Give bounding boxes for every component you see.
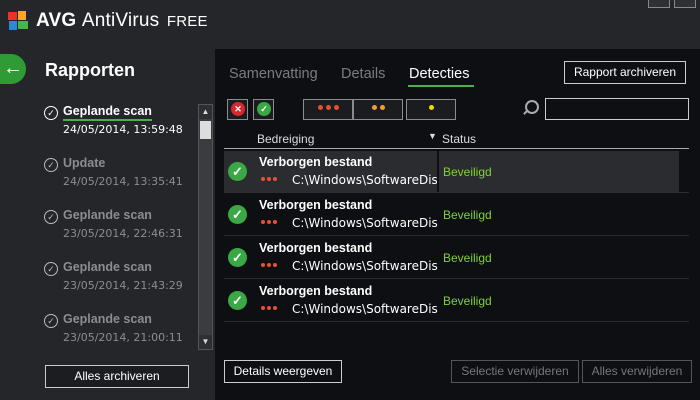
tab-summary[interactable]: Samenvatting [229, 66, 318, 82]
window-minimize-button[interactable] [648, 0, 670, 8]
check-circle-outline-icon: ✓ [44, 210, 58, 224]
sort-desc-icon[interactable]: ▼ [428, 131, 437, 141]
scrollbar-thumb[interactable] [200, 121, 211, 139]
delete-all-button[interactable]: Alles verwijderen [582, 360, 692, 383]
status-text: Beveiligd [443, 208, 492, 222]
filter-high-severity-button[interactable] [303, 99, 353, 120]
report-list: ✓ Geplande scan 24/05/2014, 13:59:48 ✓ U… [44, 104, 196, 344]
check-icon: ✓ [257, 102, 271, 116]
table-row[interactable]: ✓ Verborgen bestand C:\Windows\SoftwareD… [224, 237, 689, 279]
check-circle-outline-icon: ✓ [44, 106, 58, 120]
archive-all-button[interactable]: Alles archiveren [45, 365, 189, 388]
column-header-threat[interactable]: Bedreiging [257, 132, 314, 146]
filter-medium-severity-button[interactable] [353, 99, 403, 120]
severity-low-icon [407, 105, 455, 110]
chevron-up-icon[interactable]: ▲ [199, 105, 212, 119]
window-close-button[interactable] [674, 0, 696, 8]
table-row[interactable]: ✓ Verborgen bestand C:\Windows\SoftwareD… [224, 151, 689, 193]
column-header-status[interactable]: Status [442, 132, 476, 146]
severity-high-icon [261, 220, 279, 224]
table-row[interactable]: ✓ Verborgen bestand C:\Windows\SoftwareD… [224, 194, 689, 236]
severity-high-icon [261, 306, 279, 310]
check-circle-outline-icon: ✓ [44, 262, 58, 276]
severity-high-icon [261, 177, 279, 181]
severity-high-icon [304, 105, 352, 110]
status-text: Beveiligd [443, 294, 492, 308]
check-circle-icon: ✓ [228, 162, 247, 181]
chevron-down-icon[interactable]: ▼ [199, 335, 212, 349]
check-circle-outline-icon: ✓ [44, 158, 58, 172]
header-divider [224, 148, 689, 149]
filter-low-severity-button[interactable] [406, 99, 456, 120]
show-details-button[interactable]: Details weergeven [224, 360, 342, 383]
close-icon: ✕ [231, 102, 245, 116]
filter-resolved-button[interactable]: ✓ [253, 99, 274, 120]
table-row[interactable]: ✓ Verborgen bestand C:\Windows\SoftwareD… [224, 280, 689, 322]
status-text: Beveiligd [443, 251, 492, 265]
report-list-scrollbar[interactable]: ▲ ▼ [198, 104, 213, 350]
back-button[interactable]: ← [0, 54, 26, 84]
search-icon [525, 100, 539, 114]
tab-detections[interactable]: Detecties [409, 66, 469, 82]
check-circle-icon: ✓ [228, 248, 247, 267]
reports-title: Rapporten [45, 60, 135, 80]
severity-medium-icon [354, 105, 402, 110]
delete-selection-button[interactable]: Selectie verwijderen [451, 360, 579, 383]
severity-high-icon [261, 263, 279, 267]
archive-report-button[interactable]: Rapport archiveren [564, 61, 686, 84]
check-circle-icon: ✓ [228, 205, 247, 224]
filter-unresolved-button[interactable]: ✕ [227, 99, 248, 120]
check-circle-icon: ✓ [228, 291, 247, 310]
tab-details[interactable]: Details [341, 66, 385, 82]
search-input[interactable] [545, 98, 689, 120]
app-title: AVG AntiVirus FREE [36, 10, 208, 31]
check-circle-outline-icon: ✓ [44, 314, 58, 328]
arrow-left-icon: ← [3, 57, 23, 79]
avg-logo-icon [8, 11, 28, 30]
active-tab-indicator [408, 85, 474, 87]
status-text: Beveiligd [443, 165, 492, 179]
